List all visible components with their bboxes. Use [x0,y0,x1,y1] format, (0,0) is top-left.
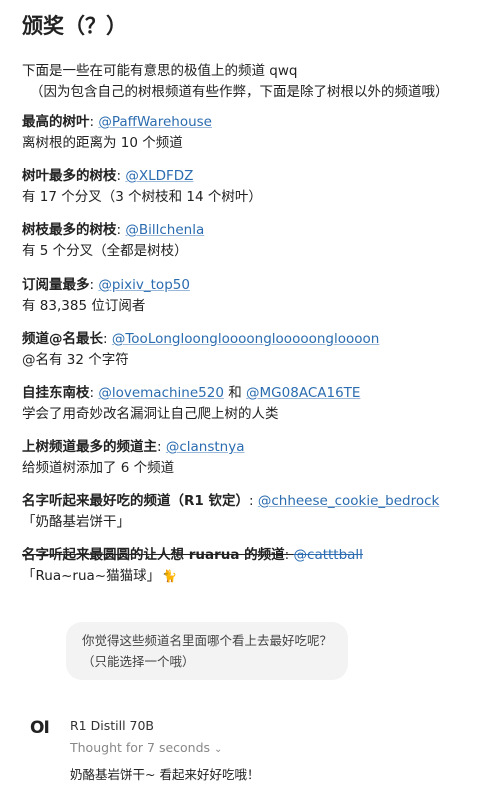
award-highest-leaf: 最高的树叶: @PaffWarehouse 离树根的距离为 10 个频道 [22,112,212,153]
award-label: 频道@名最长 [22,331,103,347]
award-label: 最高的树叶 [22,114,90,130]
award-self-hang: 自挂东南枝: @lovemachine520 和 @MG08ACA16TE 学会… [22,383,360,424]
intro-line-2: （因为包含自己的树根频道有些作弊，下面是除了树根以外的频道哦） [30,84,449,100]
chevron-down-icon: ⌄ [214,744,223,755]
award-label: 订阅量最多 [22,277,90,293]
channel-link[interactable]: @PaffWarehouse [98,114,212,130]
award-joiner: 和 [223,385,247,401]
award-label: 名字听起来最圆圆的让人想 ruarua 的频道 [22,547,285,563]
thought-toggle[interactable]: Thought for 7 seconds ⌄ [70,740,222,755]
award-separator: : [103,331,112,347]
award-most-branches: 树枝最多的树枝: @Billchenla 有 5 个分叉（全都是树枝） [22,220,204,261]
channel-link[interactable]: @lovemachine520 [98,385,224,401]
award-separator: : [284,547,294,563]
channel-link[interactable]: @XLDFDZ [125,168,193,184]
channel-link[interactable]: @chheese_cookie_bedrock [258,493,440,509]
award-most-channels-owner: 上树频道最多的频道主: @clanstnya 给频道树添加了 6 个频道 [22,437,245,478]
channel-link[interactable]: @Billchenla [125,222,204,238]
channel-link[interactable]: @clanstnya [166,439,245,455]
award-description: 给频道树添加了 6 个频道 [22,460,175,476]
award-separator: : [249,493,258,509]
award-tastiest-name: 名字听起来最好吃的频道（R1 钦定）: @chheese_cookie_bedr… [22,491,439,532]
award-description: 有 5 个分叉（全都是树枝） [22,243,188,259]
award-label: 自挂东南枝 [22,385,90,401]
award-label: 树叶最多的树枝 [22,168,117,184]
award-description: 「Rua~rua~猫猫球」 [22,568,161,584]
award-label: 名字听起来最好吃的频道 [22,493,171,509]
channel-link[interactable]: @catttball [294,547,363,563]
thought-label: Thought for 7 seconds [70,740,211,755]
model-name: R1 Distill 70B [70,718,154,733]
award-separator: : [157,439,166,455]
user-question-bubble: 你觉得这些频道名里面哪个看上去最好吃呢？（只能选择一个哦） [66,622,348,680]
channel-link-2[interactable]: @MG08ACA16TE [246,385,360,401]
award-description: 学会了用奇妙改名漏洞让自己爬上树的人类 [22,406,279,422]
award-most-leaves: 树叶最多的树枝: @XLDFDZ 有 17 个分叉（3 个树枝和 14 个树叶） [22,166,262,207]
award-description: 离树根的距离为 10 个频道 [22,135,183,151]
award-most-subscribers: 订阅量最多: @pixiv_top50 有 83,385 位订阅者 [22,275,190,316]
award-longest-handle: 频道@名最长: @TooLongloongloooonglooooonglooo… [22,329,379,370]
award-roundest-name: 名字听起来最圆圆的让人想 ruarua 的频道: @catttball 「Rua… [22,545,363,586]
award-description: @名有 32 个字符 [22,352,129,368]
award-label: 上树频道最多的频道主 [22,439,157,455]
cat-icon: 🐈 [162,569,178,583]
award-sublabel: （R1 钦定） [170,493,250,509]
channel-link[interactable]: @pixiv_top50 [98,277,190,293]
award-description: 「奶酪基岩饼干」 [22,514,130,530]
intro-line-1: 下面是一些在可能有意思的极值上的频道 qwq [22,63,298,79]
model-logo: OI [30,718,50,738]
channel-link[interactable]: @TooLongloongloooonglooooongloooon [112,331,379,347]
model-answer: 奶酪基岩饼干~ 看起来好好吃哦！ [70,767,260,782]
award-description: 有 17 个分叉（3 个树枝和 14 个树叶） [22,189,262,205]
page-title: 颁奖（？） [22,14,127,38]
award-label: 树枝最多的树枝 [22,222,117,238]
award-description: 有 83,385 位订阅者 [22,298,146,314]
